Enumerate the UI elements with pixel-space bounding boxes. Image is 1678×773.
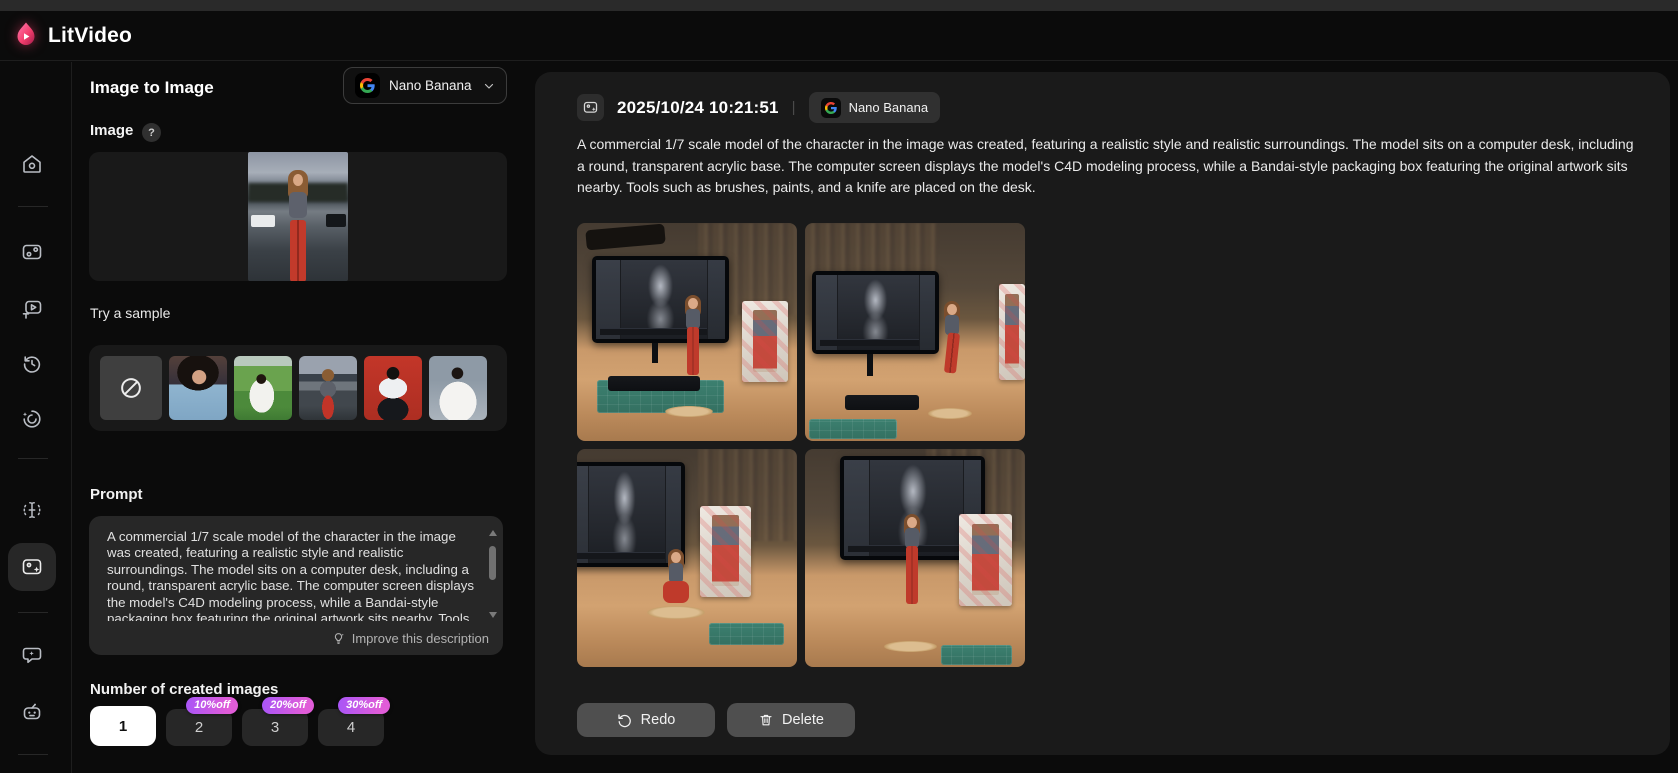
prompt-scrollbar[interactable]	[488, 530, 497, 618]
generated-image-1[interactable]	[577, 223, 797, 441]
redo-icon	[618, 714, 631, 728]
sample-thumbnail-3[interactable]	[299, 356, 357, 420]
count-button-2[interactable]: 2	[166, 709, 232, 746]
trash-icon	[760, 714, 772, 726]
sample-list	[89, 345, 507, 431]
image-to-image-icon	[577, 94, 604, 121]
count-button-1[interactable]: 1	[90, 706, 156, 746]
count-option-1: 1	[90, 706, 156, 746]
sidebar-item-effects[interactable]	[20, 407, 44, 431]
prompt-input[interactable]: A commercial 1/7 scale model of the char…	[107, 529, 477, 621]
model-badge: Nano Banana	[808, 92, 941, 123]
google-g-icon	[355, 73, 380, 98]
google-g-icon	[820, 97, 841, 118]
circle-slash-icon	[121, 378, 141, 398]
app-root: LitVideo Image to Image Nano Banana Imag…	[0, 0, 1678, 773]
top-bar: LitVideo	[0, 11, 1678, 61]
count-option-4: 30%off 4	[318, 697, 390, 746]
delete-label: Delete	[782, 712, 824, 728]
prompt-container: A commercial 1/7 scale model of the char…	[89, 516, 503, 655]
flame-play-icon	[17, 22, 35, 45]
prompt-section-label: Prompt	[90, 486, 143, 503]
sidebar-item-image-to-image-active[interactable]	[8, 543, 56, 591]
scrollbar-thumb[interactable]	[489, 546, 496, 580]
sidebar-divider	[18, 612, 48, 613]
sidebar-item-image-assets[interactable]	[20, 240, 44, 264]
sample-thumbnail-1[interactable]	[169, 356, 227, 420]
sidebar-divider	[18, 206, 48, 207]
scroll-up-arrow[interactable]	[489, 530, 497, 536]
sample-thumbnail-5[interactable]	[429, 356, 487, 420]
sidebar-rail	[0, 62, 72, 773]
count-section-label: Number of created images	[90, 681, 279, 698]
discount-badge-10: 10%off	[186, 697, 238, 714]
sample-thumbnail-2[interactable]	[234, 356, 292, 420]
result-timestamp: 2025/10/24 10:21:51	[617, 97, 779, 117]
delete-button[interactable]: Delete	[727, 703, 855, 737]
generation-result-card: 2025/10/24 10:21:51 | Nano Banana A comm…	[535, 72, 1670, 755]
scroll-down-arrow[interactable]	[489, 612, 497, 618]
generated-images-grid	[577, 223, 1025, 667]
app-logo[interactable]: LitVideo	[13, 21, 132, 51]
history-icon	[23, 356, 41, 373]
discount-badge-30: 30%off	[338, 697, 390, 714]
image-upload-area[interactable]	[89, 152, 507, 281]
image-count-options: 1 10%off 2 20%off 3 30%off 4	[90, 697, 390, 746]
image-assets-icon	[22, 244, 42, 260]
discount-badge-20: 20%off	[262, 697, 314, 714]
improve-description-label: Improve this description	[351, 631, 489, 646]
count-button-3[interactable]: 3	[242, 709, 308, 746]
improve-description-button[interactable]: Improve this description	[331, 631, 489, 646]
sidebar-item-text-edit[interactable]	[20, 498, 44, 522]
sample-section-label: Try a sample	[90, 305, 171, 321]
page-title: Image to Image	[90, 78, 214, 97]
redo-label: Redo	[640, 712, 676, 728]
image-help-icon[interactable]: ?	[142, 123, 161, 142]
effects-icon	[22, 410, 41, 428]
sidebar-divider	[18, 754, 48, 755]
home-icon	[23, 155, 41, 173]
redo-button[interactable]: Redo	[577, 703, 715, 737]
sidebar-item-text-to-video[interactable]	[20, 297, 44, 321]
chat-sparkle-icon	[22, 647, 42, 664]
result-actions: Redo Delete	[577, 703, 855, 737]
count-option-3: 20%off 3	[242, 697, 314, 746]
sidebar-divider	[18, 458, 48, 459]
window-top-strip	[0, 0, 1678, 11]
sample-none-option[interactable]	[100, 356, 162, 420]
header-separator: |	[791, 99, 796, 116]
model-selector-label: Nano Banana	[389, 78, 472, 93]
image-to-image-icon	[22, 559, 42, 575]
image-section-label: Image	[90, 122, 134, 139]
generated-image-2[interactable]	[805, 223, 1025, 441]
sidebar-item-home[interactable]	[20, 152, 44, 176]
uploaded-image-thumbnail	[248, 152, 348, 281]
count-button-4[interactable]: 4	[318, 709, 384, 746]
sidebar-item-chat[interactable]	[20, 643, 44, 667]
bulb-sparkle-icon	[334, 633, 344, 644]
robot-icon	[23, 703, 41, 720]
model-badge-label: Nano Banana	[848, 100, 929, 115]
count-option-2: 10%off 2	[166, 697, 238, 746]
result-description: A commercial 1/7 scale model of the char…	[577, 136, 1634, 195]
text-to-video-icon	[22, 300, 42, 319]
generated-image-3[interactable]	[577, 449, 797, 667]
model-selector[interactable]: Nano Banana	[343, 67, 507, 104]
sample-thumbnail-4[interactable]	[364, 356, 422, 420]
result-header: 2025/10/24 10:21:51 | Nano Banana	[577, 92, 941, 123]
app-name: LitVideo	[48, 23, 133, 47]
sidebar-item-history[interactable]	[20, 352, 44, 376]
text-cursor-icon	[23, 502, 41, 518]
generated-image-4[interactable]	[805, 449, 1025, 667]
chevron-down-icon	[484, 83, 494, 89]
sidebar-item-assistant[interactable]	[20, 700, 44, 724]
